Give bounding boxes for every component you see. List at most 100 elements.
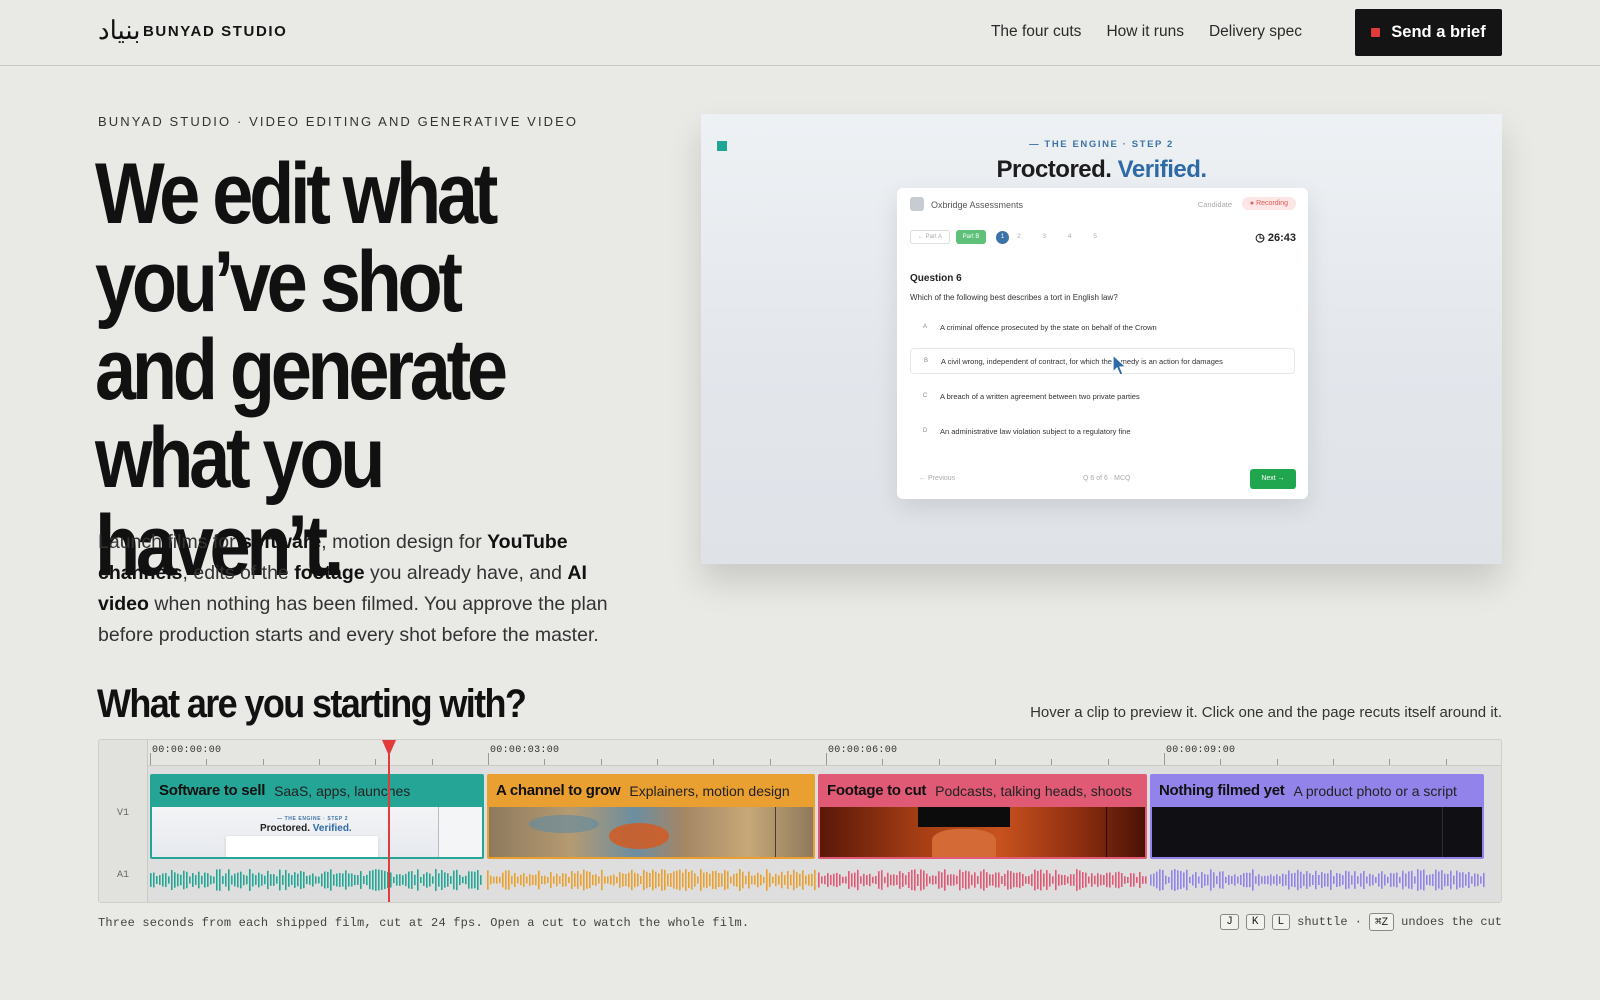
waveform-bar: [375, 869, 377, 891]
waveform-bar: [637, 873, 639, 887]
waveform-bar: [1267, 875, 1269, 885]
clip-thumbnail: [1152, 807, 1482, 857]
ruler-tick: [1333, 759, 1334, 765]
waveform-bar: [393, 876, 395, 884]
waveform-bar: [1162, 870, 1164, 890]
waveform-bar: [1354, 871, 1356, 889]
waveform-bar: [1480, 876, 1482, 884]
clip-nothing-filmed-yet[interactable]: Nothing filmed yet A product photo or a s…: [1150, 774, 1484, 859]
hero-lede: Launch films for software, motion design…: [98, 531, 608, 646]
waveform-bar: [1438, 871, 1440, 889]
waveform-bar: [1393, 873, 1395, 887]
waveform-bar: [1118, 871, 1120, 889]
clip-title: A channel to grow: [496, 782, 621, 799]
waveform-bar: [911, 869, 913, 891]
key-k: K: [1245, 914, 1265, 930]
waveform-bar: [757, 872, 759, 888]
waveform-bar: [378, 869, 380, 891]
waveform-bar: [1249, 872, 1251, 888]
waveform-bar: [775, 873, 777, 887]
send-brief-button[interactable]: Send a brief: [1355, 9, 1502, 56]
nav-link-how-it-runs[interactable]: How it runs: [1106, 23, 1184, 41]
waveform-bar: [869, 873, 871, 887]
waveform-bar: [1258, 874, 1260, 886]
nav-link-delivery-spec[interactable]: Delivery spec: [1209, 23, 1302, 41]
waveform-bar: [1432, 873, 1434, 887]
waveform-bar: [210, 875, 212, 885]
waveform-bar: [517, 876, 519, 884]
waveform-bar: [1282, 873, 1284, 887]
clip-thumbnail: [820, 807, 1145, 857]
waveform-bar: [745, 875, 747, 885]
waveform-bar: [258, 872, 260, 888]
clip-channel-to-grow[interactable]: A channel to grow Explainers, motion desi…: [487, 774, 815, 859]
waveform-bar: [562, 873, 564, 887]
waveform-bar: [1174, 869, 1176, 891]
playhead-handle[interactable]: [382, 740, 396, 756]
waveform-bar: [742, 871, 744, 889]
waveform-bar: [1441, 870, 1443, 890]
ruler-tick: [938, 759, 940, 765]
playhead[interactable]: [388, 740, 390, 902]
waveform-bar: [444, 872, 446, 888]
waveform-bar: [1153, 873, 1155, 887]
waveform-bar: [1031, 873, 1033, 887]
record-dot-icon: [1371, 28, 1381, 37]
waveform-bar: [763, 876, 765, 884]
waveform-bar: [514, 873, 516, 887]
waveform-bar: [150, 873, 152, 887]
waveform-bar: [369, 870, 371, 890]
waveform-bar: [384, 871, 386, 889]
hero-headline: We edit what you’ve shot and generate wh…: [95, 146, 508, 594]
clip-footage-to-cut[interactable]: Footage to cut Podcasts, talking heads, s…: [818, 774, 1147, 859]
waveform-bar: [824, 875, 826, 885]
send-brief-label: Send a brief: [1391, 23, 1486, 41]
waveform-bar: [586, 871, 588, 889]
preview-title: Proctored. Verified.: [996, 156, 1207, 183]
waveform-bar: [619, 872, 621, 888]
answer-option: CA breach of a written agreement between…: [922, 391, 1140, 401]
waveform-bar: [601, 869, 603, 891]
waveform-bar: [851, 873, 853, 887]
waveform-bar: [195, 875, 197, 885]
waveform-bar: [267, 870, 269, 890]
waveform-bar: [839, 874, 841, 886]
waveform-bar: [1405, 873, 1407, 887]
clip-software-to-sell[interactable]: Software to sell SaaS, apps, launches — T…: [150, 774, 484, 859]
waveform-bar: [1306, 871, 1308, 889]
ruler-tick: [1220, 759, 1222, 765]
waveform-bar: [739, 869, 741, 891]
timeline[interactable]: 00:00:00:00 00:00:03:00 00:00:06:00 00:0…: [98, 739, 1502, 903]
clip-subtitle: A product photo or a script: [1293, 782, 1457, 799]
waveform-bar: [1070, 874, 1072, 886]
waveform-bar: [649, 873, 651, 887]
waveform-bar: [1465, 874, 1467, 886]
waveform-bar: [315, 876, 317, 884]
waveform-bar: [965, 870, 967, 890]
waveform-bar: [282, 875, 284, 885]
waveform-bar: [547, 876, 549, 884]
brand-name[interactable]: BUNYAD STUDIO: [143, 23, 287, 40]
ruler-tick: [488, 753, 489, 765]
waveform-bar: [1339, 873, 1341, 887]
ruler-tick: [150, 753, 151, 765]
waveform-bar: [842, 876, 844, 884]
waveform-bar: [390, 872, 392, 888]
waveform-bar: [1240, 874, 1242, 886]
logo-icon[interactable]: بنیاد: [98, 18, 140, 44]
current-question-dot: 1: [996, 231, 1009, 244]
waveform-bar: [1082, 872, 1084, 888]
waveform-bar: [914, 869, 916, 891]
waveform-bar: [896, 875, 898, 885]
timeline-ruler[interactable]: 00:00:00:00 00:00:03:00 00:00:06:00 00:0…: [148, 740, 1501, 766]
waveform-bar: [255, 875, 257, 885]
key-l: L: [1271, 914, 1291, 930]
video-preview[interactable]: — THE ENGINE · STEP 2 Proctored. Verifie…: [701, 114, 1502, 564]
waveform-bar: [240, 871, 242, 889]
waveform-bar: [1264, 875, 1266, 885]
waveform-bar: [712, 870, 714, 890]
nav-link-four-cuts[interactable]: The four cuts: [991, 23, 1081, 41]
waveform-bar: [1004, 873, 1006, 887]
clip-title: Nothing filmed yet: [1159, 782, 1285, 799]
waveform-bar: [1049, 873, 1051, 887]
